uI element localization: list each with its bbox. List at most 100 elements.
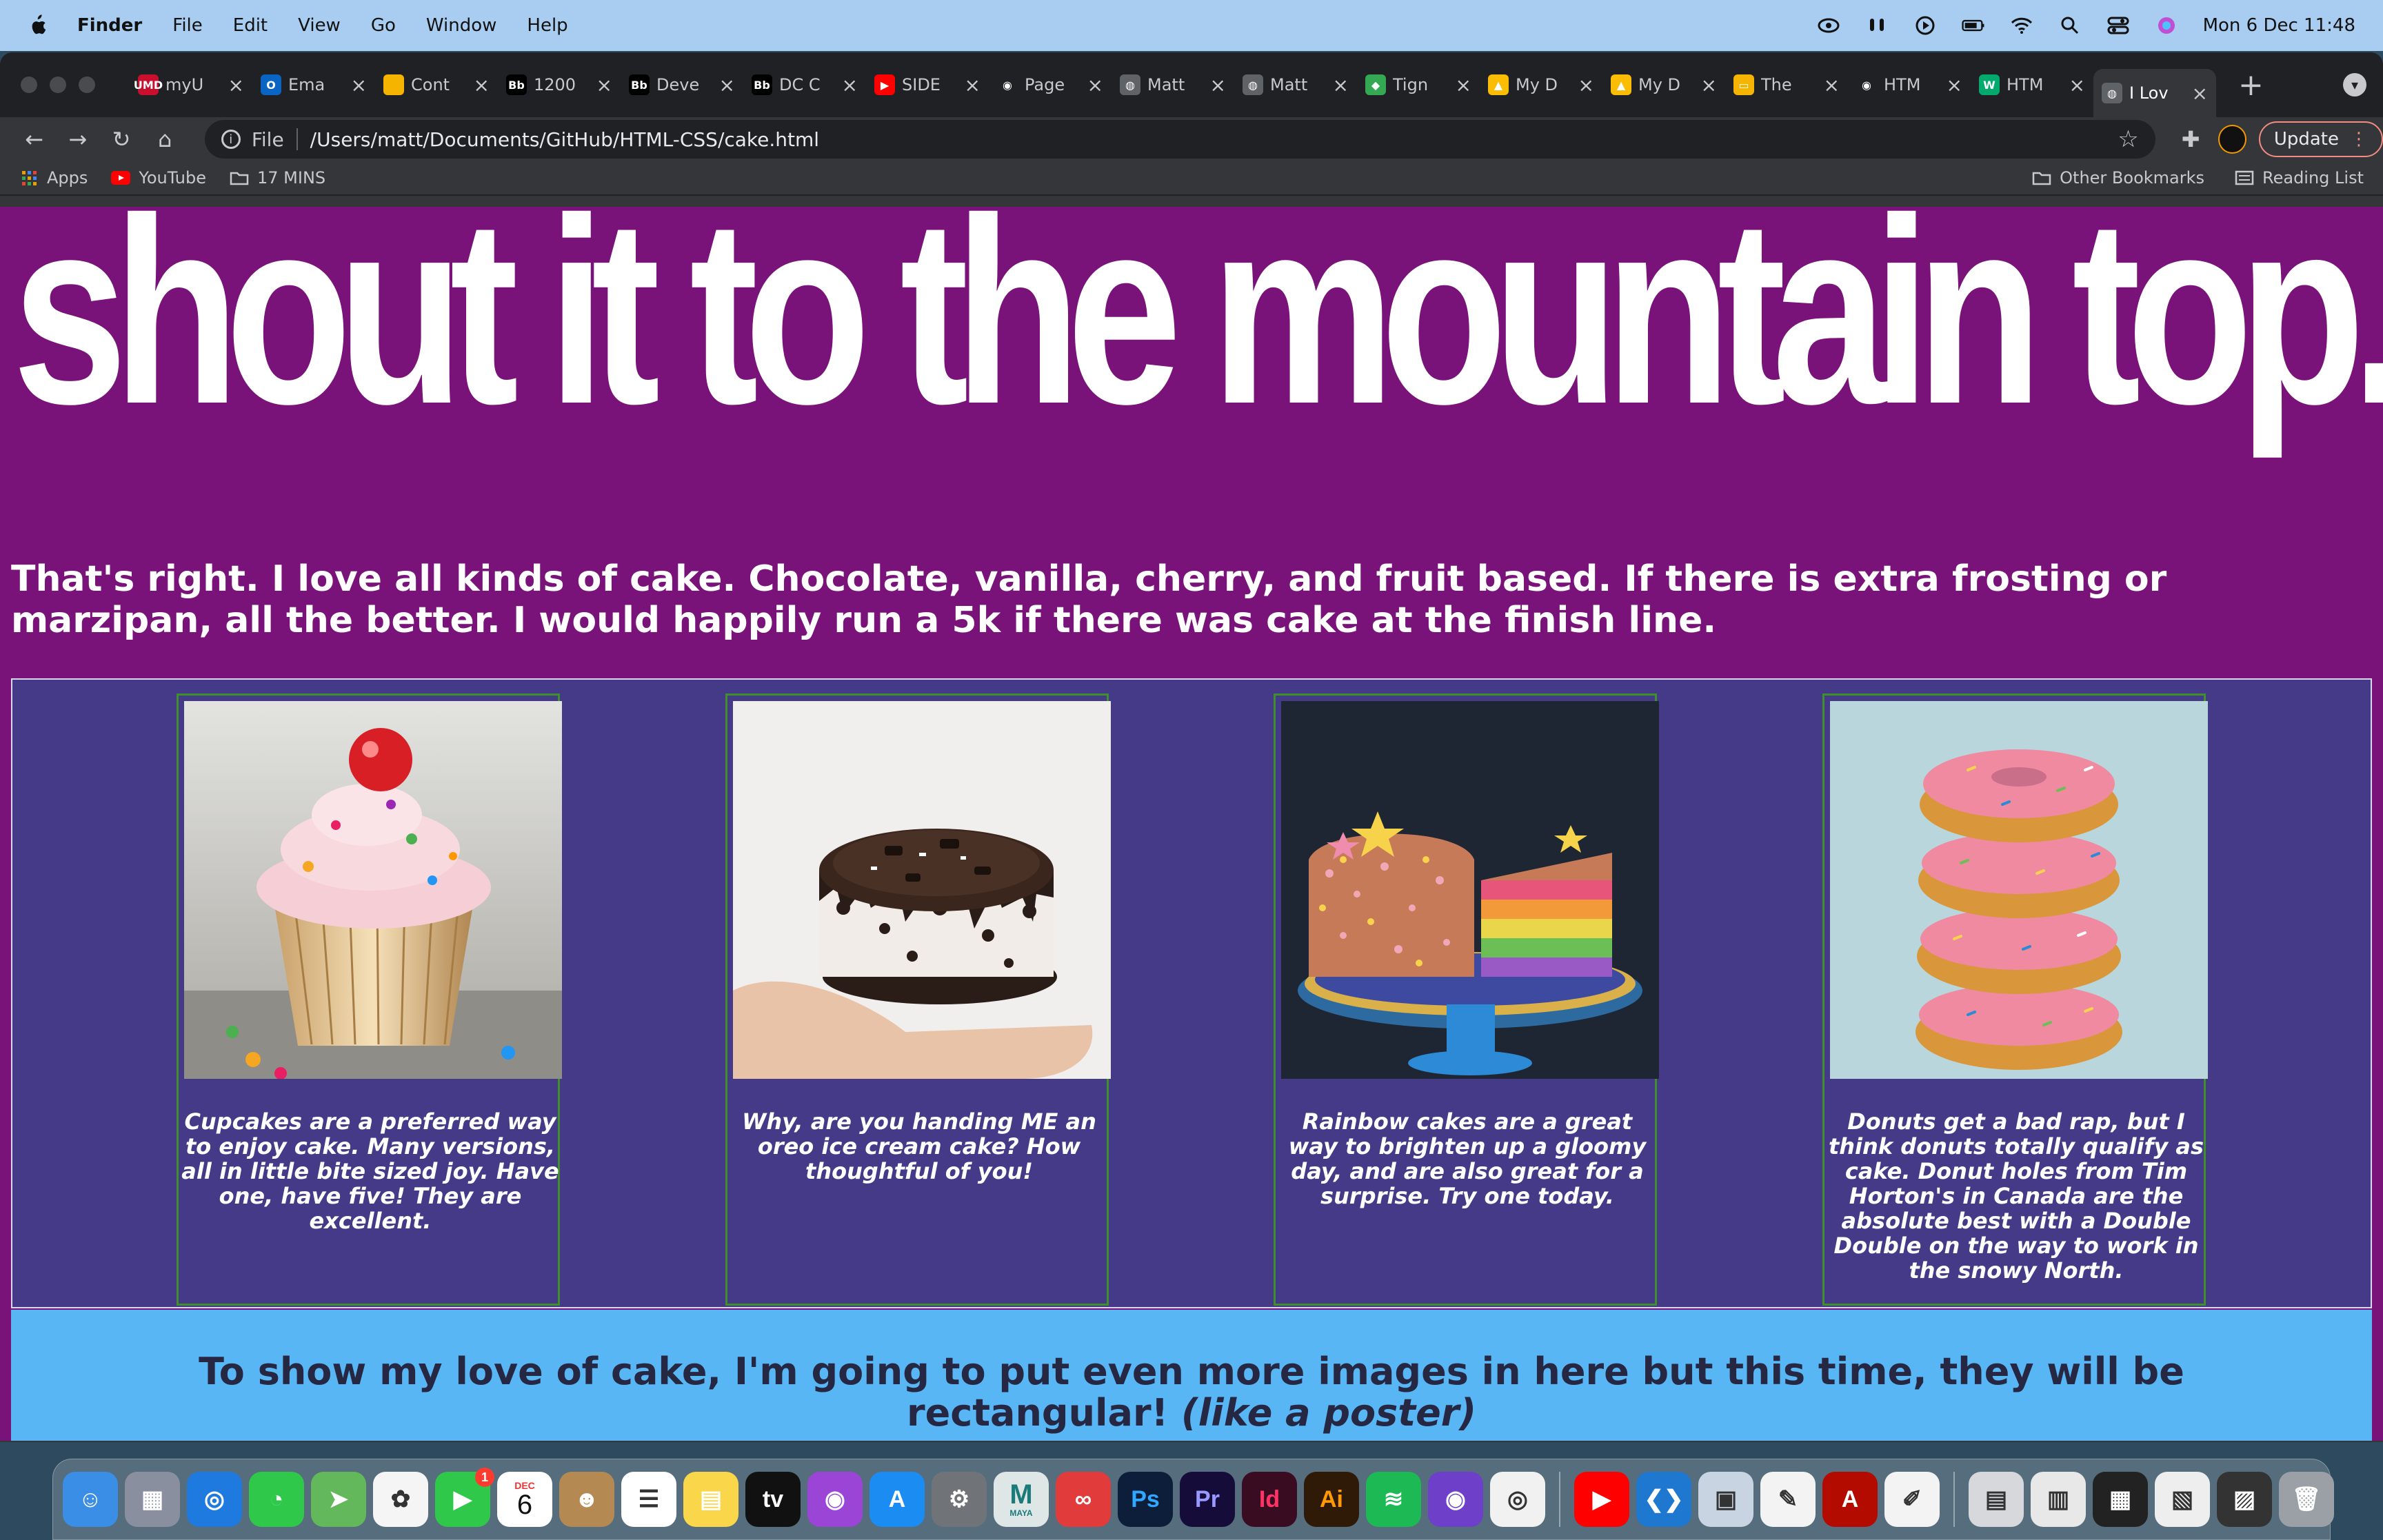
chrome-icon[interactable]: ◎ xyxy=(1490,1472,1545,1527)
close-tab-icon[interactable]: × xyxy=(1701,74,1717,97)
browser-tab[interactable]: ◍ Matt × xyxy=(1112,64,1234,105)
bookmark-star-icon[interactable]: ☆ xyxy=(2118,125,2138,153)
podcasts-icon[interactable]: ◉ xyxy=(807,1472,863,1527)
browser-tab[interactable]: ▶ SIDE × xyxy=(866,64,989,105)
youtube-icon[interactable]: ▶ xyxy=(1574,1472,1629,1527)
browser-tab[interactable]: Cont × xyxy=(375,64,498,105)
acrobat-icon[interactable]: A xyxy=(1822,1472,1878,1527)
document-stack-icon[interactable]: ▥ xyxy=(2031,1472,2086,1527)
home-button[interactable]: ⌂ xyxy=(150,124,180,154)
apple-menu-icon[interactable] xyxy=(28,14,47,37)
menu-window[interactable]: Window xyxy=(426,15,497,36)
photos-icon[interactable]: ✿ xyxy=(373,1472,428,1527)
forward-button[interactable]: → xyxy=(63,124,92,154)
reading-list[interactable]: Reading List xyxy=(2235,168,2364,188)
premiere-icon[interactable]: Pr xyxy=(1180,1472,1235,1527)
minimize-window-button[interactable] xyxy=(50,77,66,93)
browser-tab[interactable]: Bb DC C × xyxy=(743,64,866,105)
menu-edit[interactable]: Edit xyxy=(233,15,268,36)
menu-clock[interactable]: Mon 6 Dec 11:48 xyxy=(2203,15,2355,36)
control-center-icon[interactable] xyxy=(2107,15,2130,36)
safari-icon[interactable]: ◎ xyxy=(187,1472,242,1527)
systemprefs-icon[interactable]: ⚙ xyxy=(932,1472,987,1527)
wifi-icon[interactable] xyxy=(2010,15,2033,36)
close-tab-icon[interactable]: × xyxy=(842,74,858,97)
close-tab-icon[interactable]: × xyxy=(719,74,735,97)
appstore-icon[interactable]: A xyxy=(869,1472,925,1527)
tab-search-icon[interactable]: ▾ xyxy=(2343,73,2366,97)
reminders-icon[interactable]: ☰ xyxy=(621,1472,676,1527)
browser-tab[interactable]: W HTM × xyxy=(1971,64,2093,105)
more-menu-icon[interactable]: ⋮ xyxy=(2350,129,2368,150)
address-bar[interactable]: i File /Users/matt/Documents/GitHub/HTML… xyxy=(204,120,2155,159)
finder-icon[interactable]: ☺ xyxy=(63,1472,118,1527)
extensions-icon[interactable]: ✚ xyxy=(2182,126,2200,152)
browser-tab[interactable]: UMD myU × xyxy=(130,64,252,105)
spotify-icon[interactable]: ≋ xyxy=(1366,1472,1421,1527)
maximize-window-button[interactable] xyxy=(79,77,95,93)
bookmark-apps[interactable]: Apps xyxy=(19,168,88,188)
browser-tab[interactable]: ▲ My D × xyxy=(1480,64,1602,105)
photoshop-icon[interactable]: Ps xyxy=(1118,1472,1173,1527)
browser-tab[interactable]: Bb Deve × xyxy=(621,64,743,105)
scripteditor-icon[interactable]: ✐ xyxy=(1884,1472,1940,1527)
close-tab-icon[interactable]: × xyxy=(351,74,367,97)
close-tab-icon[interactable]: × xyxy=(1210,74,1226,97)
update-button[interactable]: Update ⋮ xyxy=(2258,121,2383,157)
bookmark-youtube[interactable]: YouTube xyxy=(111,168,206,188)
browser-tab[interactable]: O Ema × xyxy=(252,64,375,105)
browser-tab[interactable]: ▭ The × xyxy=(1725,64,1848,105)
creativecloud-icon[interactable]: ∞ xyxy=(1056,1472,1111,1527)
close-window-button[interactable] xyxy=(21,77,37,93)
trash-icon[interactable]: 🗑 xyxy=(2279,1472,2334,1527)
close-tab-icon[interactable]: × xyxy=(1087,74,1103,97)
close-tab-icon[interactable]: × xyxy=(965,74,981,97)
folder-stack-icon[interactable]: ▨ xyxy=(2217,1472,2272,1527)
preview-icon[interactable]: ▣ xyxy=(1698,1472,1753,1527)
menu-app-name[interactable]: Finder xyxy=(77,15,142,36)
contacts-icon[interactable]: ☻ xyxy=(559,1472,614,1527)
menu-view[interactable]: View xyxy=(298,15,341,36)
close-tab-icon[interactable]: × xyxy=(2069,74,2085,97)
browser-tab[interactable]: ◉ Page × xyxy=(989,64,1112,105)
battery-icon[interactable] xyxy=(1961,15,1985,36)
downloads-icon[interactable]: ▤ xyxy=(1969,1472,2024,1527)
new-tab-button[interactable]: + xyxy=(2238,68,2264,103)
close-tab-icon[interactable]: × xyxy=(596,74,612,97)
other-bookmarks[interactable]: Other Bookmarks xyxy=(2032,168,2204,188)
url-text[interactable]: /Users/matt/Documents/GitHub/HTML-CSS/ca… xyxy=(310,128,819,151)
browser-tab[interactable]: ◍ I Lov × xyxy=(2093,69,2216,117)
site-info-icon[interactable]: i xyxy=(221,130,241,149)
launchpad-icon[interactable]: ▦ xyxy=(125,1472,180,1527)
illustrator-icon[interactable]: Ai xyxy=(1304,1472,1359,1527)
browser-tab[interactable]: ▲ My D × xyxy=(1602,64,1725,105)
close-tab-icon[interactable]: × xyxy=(1947,74,1962,97)
calendar-icon[interactable]: DEC 6 xyxy=(497,1472,552,1527)
close-tab-icon[interactable]: × xyxy=(474,74,490,97)
maya-icon[interactable]: M MAYA xyxy=(994,1472,1049,1527)
appletv-icon[interactable]: tv xyxy=(745,1472,801,1527)
close-tab-icon[interactable]: × xyxy=(1333,74,1349,97)
browser-tab[interactable]: ◍ Matt × xyxy=(1234,64,1357,105)
githubdesktop-icon[interactable]: ◉ xyxy=(1428,1472,1483,1527)
profile-avatar[interactable] xyxy=(2218,125,2246,154)
menu-help[interactable]: Help xyxy=(527,15,567,36)
maps-icon[interactable]: ➤ xyxy=(311,1472,366,1527)
messages-icon[interactable]: ◔ xyxy=(249,1472,304,1527)
screenshot-stack-icon[interactable]: ▦ xyxy=(2093,1472,2148,1527)
bookmark-folder-17mins[interactable]: 17 MINS xyxy=(230,168,325,188)
close-tab-icon[interactable]: × xyxy=(228,74,244,97)
close-tab-icon[interactable]: × xyxy=(2192,82,2208,105)
close-tab-icon[interactable]: × xyxy=(1824,74,1840,97)
creative-cloud-status-icon[interactable] xyxy=(1817,15,1840,36)
textedit-icon[interactable]: ✎ xyxy=(1760,1472,1816,1527)
browser-tab[interactable]: ◉ HTM × xyxy=(1848,64,1971,105)
siri-icon[interactable] xyxy=(2155,15,2178,36)
spotlight-search-icon[interactable] xyxy=(2058,15,2082,36)
menu-go[interactable]: Go xyxy=(371,15,396,36)
browser-tab[interactable]: Bb 1200 × xyxy=(498,64,621,105)
facetime-icon[interactable]: ▶ 1 xyxy=(435,1468,494,1527)
browser-tab[interactable]: ◆ Tign × xyxy=(1357,64,1480,105)
back-button[interactable]: ← xyxy=(19,124,49,154)
pdf-stack-icon[interactable]: ▧ xyxy=(2155,1472,2210,1527)
